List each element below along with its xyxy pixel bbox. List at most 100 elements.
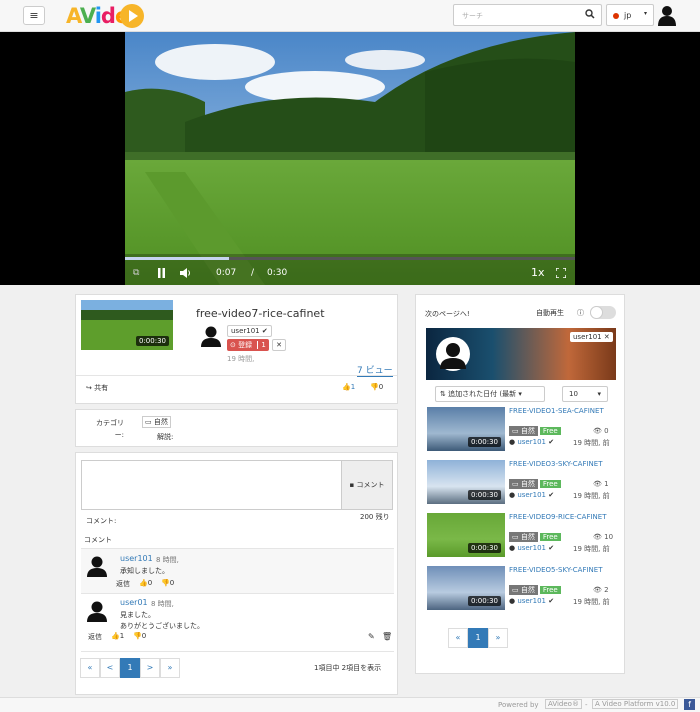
pagination-prev[interactable]: < xyxy=(100,658,120,678)
autoplay-label: 自動再生 xyxy=(536,309,564,317)
related-video-tags: ▭ 自然 Free xyxy=(509,585,561,595)
fullscreen-icon[interactable] xyxy=(555,267,567,281)
uploader-avatar[interactable] xyxy=(200,325,222,347)
comment-text: 見ました。 xyxy=(120,611,155,619)
related-video-title[interactable]: FREE-VIDEO3-SKY-CAFINET xyxy=(509,460,614,469)
commenter-avatar[interactable] xyxy=(86,555,108,577)
autoplay-toggle[interactable] xyxy=(590,306,616,319)
related-video-user[interactable]: ● user101 ✔ xyxy=(509,544,554,552)
search-placeholder: サーチ xyxy=(462,12,483,20)
pause-button[interactable] xyxy=(157,268,166,281)
related-video-category-label: 自然 xyxy=(520,533,535,541)
related-video-user[interactable]: ● user101 ✔ xyxy=(509,491,554,499)
menu-button[interactable]: ≡ xyxy=(23,6,45,25)
volume-button[interactable] xyxy=(180,268,192,281)
related-video-user[interactable]: ● user101 ✔ xyxy=(509,597,554,605)
related-video-title[interactable]: FREE-VIDEO1-SEA-CAFINET xyxy=(509,407,614,416)
sidebar-pagination-first[interactable]: « xyxy=(448,628,468,648)
uploader-name-tag[interactable]: user101 ✔ xyxy=(227,325,272,337)
comment-like-button[interactable]: 👍0 xyxy=(139,579,152,587)
related-video-thumbnail[interactable]: 0:00:30 xyxy=(427,407,505,451)
facebook-icon[interactable]: f xyxy=(684,699,695,710)
related-video-category[interactable]: ▭ 自然 xyxy=(509,585,538,595)
related-video-title[interactable]: FREE-VIDEO5-SKY-CAFINET xyxy=(509,566,614,575)
related-video-thumbnail[interactable]: 0:00:30 xyxy=(427,460,505,504)
chevron-down-icon: ▾ xyxy=(518,390,522,398)
sort-dropdown[interactable]: ⇅ 追加された日付 (最新 ▾ xyxy=(435,386,545,402)
channel-tag[interactable]: user101 ✕ xyxy=(570,332,613,342)
next-page-label: 次のページへ! xyxy=(425,310,470,318)
count-dropdown[interactable]: 10 ▾ xyxy=(562,386,608,402)
related-video-user[interactable]: ● user101 ✔ xyxy=(509,438,554,446)
comment-dislike-button[interactable]: 👎0 xyxy=(161,579,174,587)
share-button[interactable]: ↪ 共有 xyxy=(86,383,108,393)
pip-icon[interactable]: ⧉ xyxy=(133,268,139,278)
folder-icon: ▭ xyxy=(512,533,519,541)
comment-submit-button[interactable]: ▪ コメント xyxy=(341,460,393,510)
comment-textarea[interactable] xyxy=(81,460,342,510)
playback-speed[interactable]: 1x xyxy=(531,266,545,279)
pagination-last[interactable]: » xyxy=(160,658,180,678)
video-frame[interactable] xyxy=(125,32,575,285)
footer-brand-link[interactable]: AVideo® xyxy=(545,699,582,709)
like-button[interactable]: 👍1 xyxy=(342,383,355,391)
related-video-thumbnail[interactable]: 0:00:30 xyxy=(427,513,505,557)
verified-icon: ✔ xyxy=(261,327,268,335)
site-logo[interactable]: AVide xyxy=(66,3,144,29)
related-video-category[interactable]: ▭ 自然 xyxy=(509,532,538,542)
comment-dislike-button[interactable]: 👎0 xyxy=(133,632,146,640)
user-icon[interactable] xyxy=(657,4,677,26)
related-video-user-name: user101 xyxy=(517,491,546,499)
subscribe-button[interactable]: ⊙ 登録 1 xyxy=(227,339,269,351)
top-navbar: ≡ AVide サーチ jp ▾ xyxy=(0,0,700,32)
related-video-views-count: 10 xyxy=(604,533,614,541)
related-video-duration: 0:00:30 xyxy=(468,490,501,500)
dislike-button[interactable]: 👎0 xyxy=(370,383,383,391)
related-video-category[interactable]: ▭ 自然 xyxy=(509,426,538,436)
language-select[interactable]: jp ▾ xyxy=(606,4,654,26)
chevron-down-icon: ▾ xyxy=(644,10,648,17)
channel-banner[interactable]: user101 ✕ xyxy=(426,328,616,380)
related-video-category-label: 自然 xyxy=(520,586,535,594)
related-video-title[interactable]: FREE-VIDEO9-RICE-CAFINET xyxy=(509,513,614,522)
edit-icon[interactable]: ✎ xyxy=(368,632,375,641)
related-video-item[interactable]: 0:00:30 FREE-VIDEO1-SEA-CAFINET ▭ 自然 Free 👁 … xyxy=(427,407,617,455)
sidebar-pagination-page-1[interactable]: 1 xyxy=(468,628,488,648)
comment-like-button[interactable]: 👍1 xyxy=(111,632,124,640)
comment-like-count: 1 xyxy=(119,632,125,640)
upload-time: 19 時間, xyxy=(227,355,255,363)
reply-button[interactable]: 返信 xyxy=(116,579,130,589)
trash-icon[interactable]: 🗑 xyxy=(382,632,392,641)
chars-left: 200 残り xyxy=(360,513,390,521)
reply-button[interactable]: 返信 xyxy=(88,632,102,642)
comments-card: ▪ コメント コメント: 200 残り コメント user101 8 時間, 承… xyxy=(75,452,398,695)
commenter-avatar[interactable] xyxy=(86,600,108,622)
related-video-badge: Free xyxy=(539,533,561,541)
notification-button[interactable]: ✕ xyxy=(272,339,286,351)
progress-bar[interactable] xyxy=(125,257,575,260)
related-video-item[interactable]: 0:00:30 FREE-VIDEO9-RICE-CAFINET ▭ 自然 Free 👁… xyxy=(427,513,617,561)
comment-submit-label: コメント xyxy=(356,481,385,489)
related-video-thumbnail[interactable]: 0:00:30 xyxy=(427,566,505,610)
video-meta-card: カテゴリー: ▭ 自然 解説: xyxy=(75,409,398,447)
pagination-next[interactable]: > xyxy=(140,658,160,678)
footer-platform-link[interactable]: A Video Platform v10.0 xyxy=(592,699,679,709)
thumbnail-duration: 0:00:30 xyxy=(136,336,169,346)
sidebar-pagination-last[interactable]: » xyxy=(488,628,508,648)
pagination-page-1[interactable]: 1 xyxy=(120,658,140,678)
related-video-item[interactable]: 0:00:30 FREE-VIDEO5-SKY-CAFINET ▭ 自然 Free 👁 … xyxy=(427,566,617,614)
eye-icon: 👁 xyxy=(593,533,602,541)
category-tag[interactable]: ▭ 自然 xyxy=(142,416,171,428)
folder-icon: ▭ xyxy=(512,480,519,488)
close-icon[interactable]: ✕ xyxy=(604,333,610,341)
commenter-name[interactable]: user01 xyxy=(120,598,148,607)
search-icon[interactable] xyxy=(585,9,595,19)
search-input[interactable]: サーチ xyxy=(453,4,602,26)
commenter-name[interactable]: user101 xyxy=(120,554,153,563)
video-thumbnail[interactable]: 0:00:30 xyxy=(81,300,173,350)
related-video-item[interactable]: 0:00:30 FREE-VIDEO3-SKY-CAFINET ▭ 自然 Free 👁 … xyxy=(427,460,617,508)
video-player[interactable]: ⧉ 0:07 / 0:30 1x xyxy=(0,32,700,285)
pagination-first[interactable]: « xyxy=(80,658,100,678)
related-video-category[interactable]: ▭ 自然 xyxy=(509,479,538,489)
related-video-views: 👁 2 xyxy=(593,586,609,594)
